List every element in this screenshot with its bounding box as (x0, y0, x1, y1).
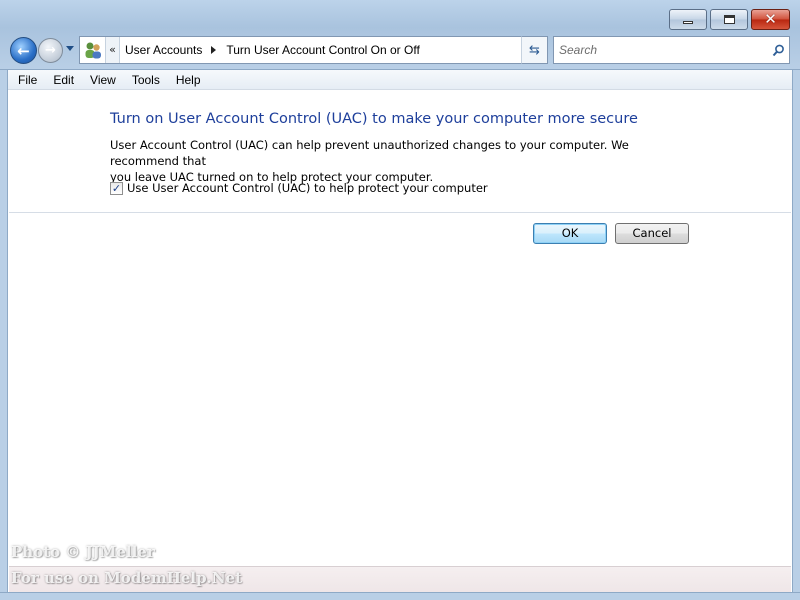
overflow-chevron-icon[interactable]: « (106, 37, 120, 63)
uac-checkbox[interactable]: ✓ (110, 181, 123, 195)
search-icon[interactable] (767, 44, 789, 57)
section-divider (9, 212, 791, 213)
window-border-right (792, 70, 800, 600)
minimize-icon (683, 21, 693, 24)
maximize-icon (723, 15, 735, 24)
forward-button[interactable]: → (38, 38, 63, 63)
menu-edit[interactable]: Edit (43, 70, 80, 90)
maximize-button[interactable] (710, 9, 748, 30)
uac-description: User Account Control (UAC) can help prev… (110, 137, 700, 185)
close-icon: ✕ (764, 10, 777, 28)
back-button[interactable]: ← (10, 37, 37, 64)
minimize-button[interactable] (669, 9, 707, 30)
uac-checkbox-row[interactable]: ✓ Use User Account Control (UAC) to help… (110, 181, 488, 195)
address-bar[interactable]: « User Accounts Turn User Account Contro… (79, 36, 547, 64)
caption-buttons: ✕ (669, 9, 790, 30)
cancel-button[interactable]: Cancel (615, 223, 689, 244)
refresh-icon: ⇆ (529, 42, 540, 58)
menu-view[interactable]: View (80, 70, 122, 90)
user-accounts-icon (80, 37, 106, 63)
breadcrumb-turn-uac-on-off[interactable]: Turn User Account Control On or Off (221, 43, 423, 57)
recent-pages-dropdown-icon[interactable] (66, 46, 74, 51)
breadcrumb-user-accounts[interactable]: User Accounts (120, 43, 206, 57)
content-pane: Turn on User Account Control (UAC) to ma… (9, 91, 791, 566)
back-arrow-icon: ← (17, 41, 30, 60)
window-titlebar: ✕ ← → « User Accounts Turn User Account … (0, 0, 800, 70)
search-box[interactable] (553, 36, 790, 64)
breadcrumb-separator-icon[interactable] (211, 46, 217, 54)
menu-file[interactable]: File (8, 70, 43, 90)
menu-tools[interactable]: Tools (122, 70, 166, 90)
menu-help[interactable]: Help (166, 70, 207, 90)
page-title: Turn on User Account Control (UAC) to ma… (110, 111, 638, 127)
forward-arrow-icon: → (45, 43, 56, 58)
menu-bar: File Edit View Tools Help (8, 70, 792, 90)
window-border-bottom (0, 592, 800, 600)
description-line-1: User Account Control (UAC) can help prev… (110, 138, 629, 168)
refresh-button[interactable]: ⇆ (521, 36, 548, 64)
ok-button[interactable]: OK (533, 223, 607, 244)
close-button[interactable]: ✕ (751, 9, 790, 30)
window-border-left (0, 70, 8, 600)
watermark-line-2: For use on ModemHelp.Net (11, 569, 243, 587)
search-input[interactable] (554, 38, 767, 62)
watermark-line-1: Photo © JJMeller (11, 543, 155, 561)
uac-checkbox-label[interactable]: Use User Account Control (UAC) to help p… (127, 181, 488, 195)
